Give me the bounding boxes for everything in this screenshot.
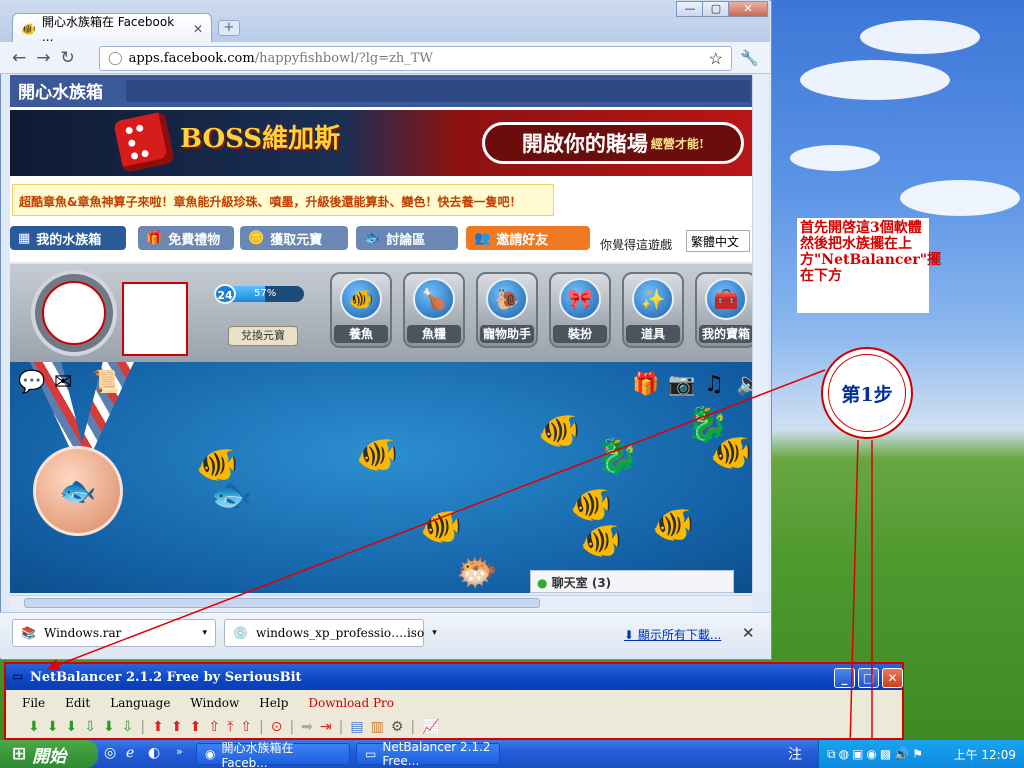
netbalancer-tray-icon[interactable]: ◍ <box>839 747 849 761</box>
quicklaunch-icon[interactable]: ◐ <box>148 745 160 761</box>
task-label: 開心水族箱在 Faceb... <box>221 740 294 768</box>
ie-icon[interactable]: ℯ <box>126 745 134 761</box>
taskbar-item-netbalancer[interactable]: ▭ NetBalancer 2.1.2 Free... <box>356 740 500 768</box>
tray-app-icon[interactable]: ▣ <box>852 747 863 761</box>
network-icon[interactable]: ⧉ <box>827 747 836 762</box>
windows-logo-icon: ⊞ <box>12 744 27 764</box>
show-desktop-icon[interactable]: ◎ <box>104 745 116 761</box>
start-label: 開始 <box>32 746 67 767</box>
chrome-icon: ◉ <box>205 747 216 761</box>
start-button[interactable]: ⊞ 開始 <box>0 740 98 768</box>
ime-indicator[interactable]: 注 <box>788 744 802 764</box>
taskbar-item-browser[interactable]: ◉ 開心水族箱在 Faceb... <box>196 741 350 768</box>
arrow-to-tray-icon <box>844 439 859 751</box>
chevron-right-icon[interactable]: » <box>176 745 183 758</box>
annotation-arrows <box>47 369 878 751</box>
arrow-to-netbalancer <box>47 369 826 671</box>
tray-app-icon[interactable]: ▩ <box>880 747 891 761</box>
window-icon: ▭ <box>365 747 377 761</box>
volume-icon[interactable]: 🔊 <box>894 747 909 761</box>
clock: 上午 12:09 <box>953 747 1016 762</box>
task-label: NetBalancer 2.1.2 Free... <box>382 740 491 768</box>
tray-app-icon[interactable]: ◉ <box>866 747 876 761</box>
tray-app-icon[interactable]: ⚑ <box>912 747 923 761</box>
system-tray: ⧉ ◍ ▣ ◉ ▩ 🔊 ⚑ 上午 12:09 <box>818 740 1024 768</box>
